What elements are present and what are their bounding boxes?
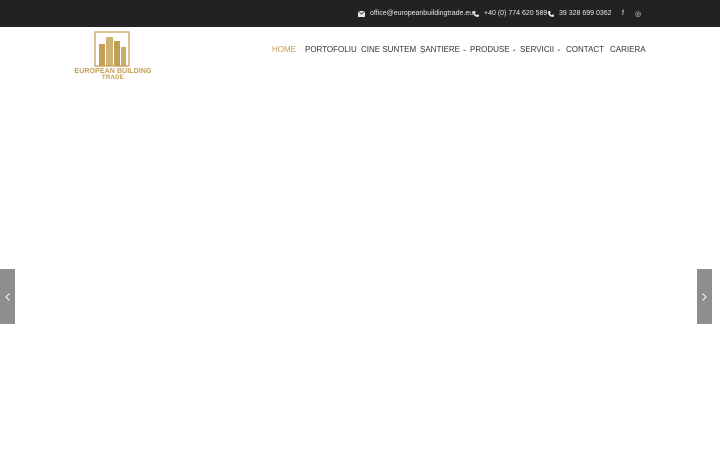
phone-text-2[interactable]: 39 328 699 0362 [559, 10, 612, 17]
nav-cariera-label: CARIERA [610, 44, 646, 54]
phone-text-1[interactable]: +40 (0) 774 620 589 [484, 10, 547, 17]
nav-produse-label: PRODUSE [470, 44, 510, 54]
nav-servicii-label: SERVICII [520, 44, 555, 54]
phone-icon [548, 10, 554, 17]
nav-portofoliu[interactable]: PORTOFOLIU [305, 42, 357, 56]
nav-cine-suntem-label: CINE SUNTEM [361, 44, 417, 54]
nav-produse[interactable]: PRODUSE ⌄ [470, 42, 517, 56]
phone-icon [473, 10, 479, 17]
email-contact[interactable]: office@europeanbuildingtrade.eu [358, 0, 473, 27]
nav-santiere-label: ȘANTIERE [420, 44, 461, 54]
slider-prev-button[interactable] [0, 269, 15, 324]
nav-santiere[interactable]: ȘANTIERE ⌄ [420, 42, 467, 56]
building-logo-icon [94, 31, 130, 67]
nav-contact-label: CONTACT [566, 44, 605, 54]
hero-slider [0, 82, 720, 450]
nav-cariera[interactable]: CARIERA [610, 42, 646, 56]
chevron-right-icon [702, 292, 707, 301]
logo-title: EUROPEAN BUILDING [74, 68, 152, 75]
slider-next-button[interactable] [697, 269, 712, 324]
facebook-icon[interactable]: f [618, 0, 628, 27]
nav-home[interactable]: HOME [272, 42, 296, 56]
logo-subtitle: TRADE [101, 75, 125, 81]
nav-cine-suntem[interactable]: CINE SUNTEM [361, 42, 416, 56]
chevron-down-icon: ⌄ [556, 46, 562, 53]
chevron-left-icon [5, 292, 10, 301]
chevron-down-icon: ⌄ [511, 46, 517, 53]
nav-portofoliu-label: PORTOFOLIU [305, 44, 357, 54]
nav-home-label: HOME [272, 44, 296, 54]
nav-servicii[interactable]: SERVICII ⌄ [520, 42, 561, 56]
envelope-icon [358, 10, 365, 17]
instagram-icon[interactable]: ◎ [633, 0, 643, 27]
phone-contact-1[interactable]: +40 (0) 774 620 589 [473, 0, 547, 27]
top-bar: office@europeanbuildingtrade.eu +40 (0) … [0, 0, 720, 27]
chevron-down-icon: ⌄ [462, 46, 468, 53]
nav-contact[interactable]: CONTACT [566, 42, 604, 56]
phone-contact-2[interactable]: 39 328 699 0362 [548, 0, 612, 27]
email-text[interactable]: office@europeanbuildingtrade.eu [370, 10, 473, 17]
